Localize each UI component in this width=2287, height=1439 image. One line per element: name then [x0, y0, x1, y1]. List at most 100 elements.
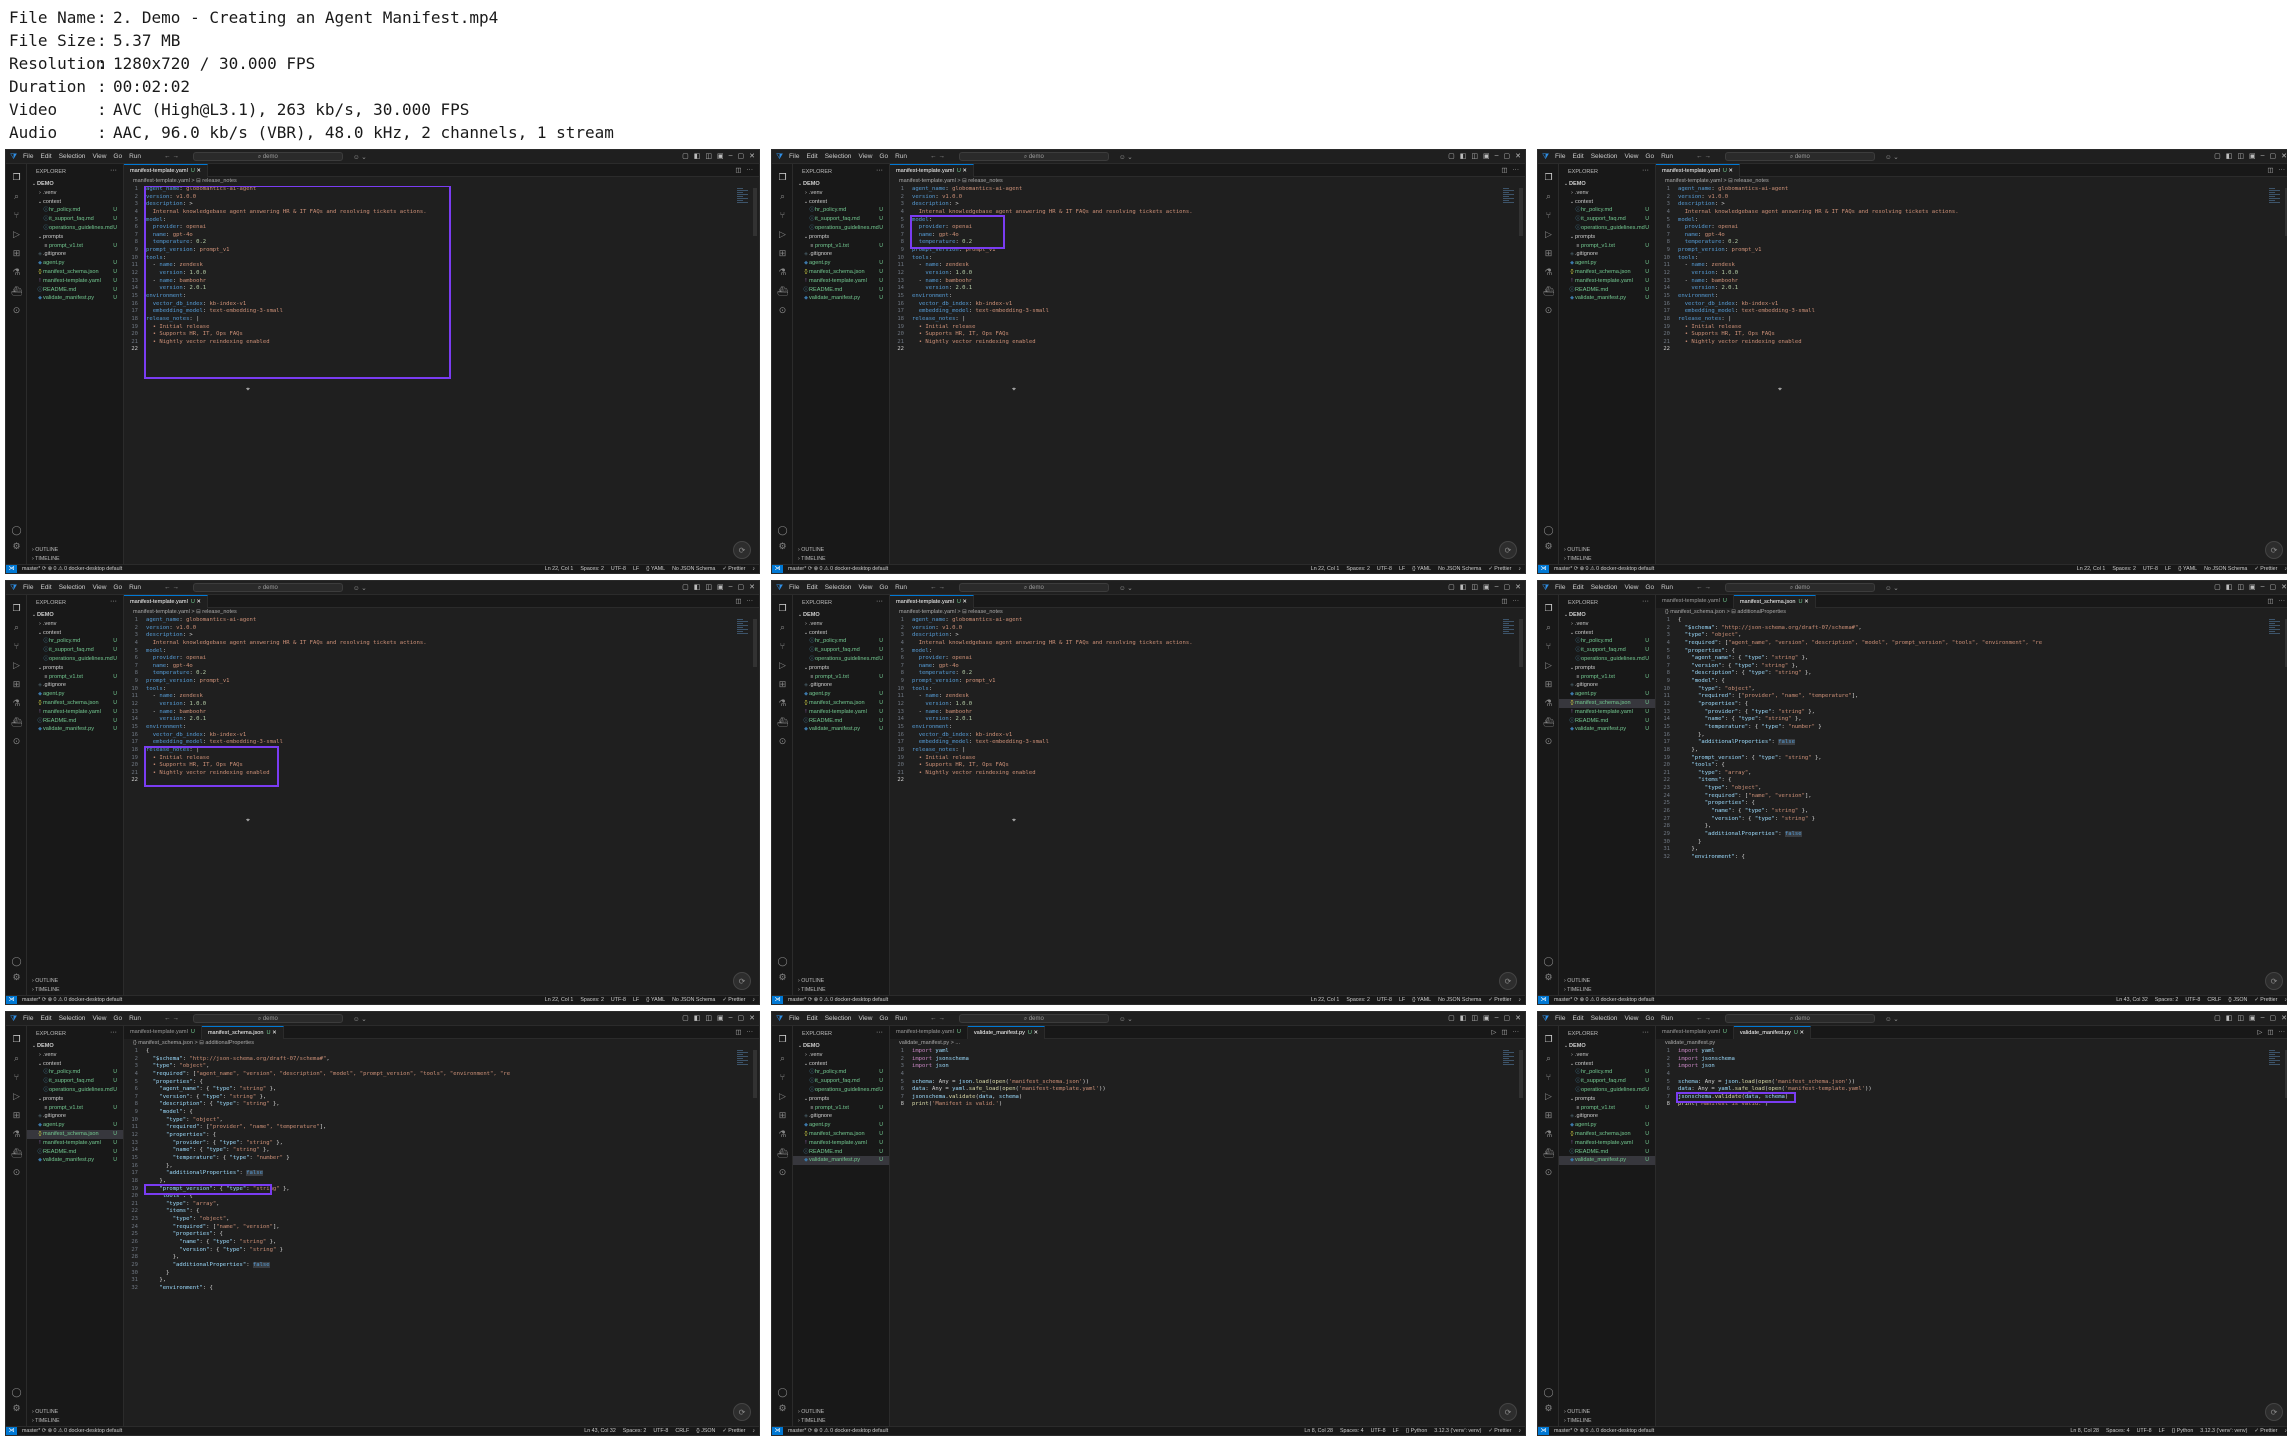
vertical-scrollbar[interactable] — [1519, 619, 1523, 667]
vertical-scrollbar[interactable] — [1519, 1050, 1523, 1098]
docker-icon[interactable]: ⛴ — [1543, 286, 1554, 297]
command-center-search-input[interactable]: ⌕ demo — [958, 583, 1109, 592]
status-item[interactable]: UTF-8 — [2185, 996, 2200, 1004]
menu-item-go[interactable]: Go — [113, 153, 122, 160]
code-editor[interactable]: 1 agent_name: globomantics-ai-agent 2 versi… — [124, 186, 737, 564]
menu-item-view[interactable]: View — [858, 153, 872, 160]
status-item[interactable]: {} YAML — [2178, 565, 2197, 573]
menu-item-run[interactable]: Run — [1661, 1015, 1673, 1022]
explorer-icon[interactable]: ❐ — [777, 1034, 788, 1045]
file-tree-item[interactable]: ⓘoperations_guidelines.md U — [793, 224, 889, 233]
minimap[interactable] — [737, 1050, 753, 1066]
menu-item-go[interactable]: Go — [1645, 584, 1654, 591]
command-center-search-input[interactable]: ⌕ demo — [958, 152, 1109, 161]
timeline-section[interactable]: › TIMELINE — [32, 1418, 60, 1424]
file-tree-item[interactable]: ⓘREADME.md U — [793, 1148, 889, 1157]
status-item[interactable]: UTF-8 — [611, 996, 626, 1004]
status-item[interactable]: Ln 22, Col 1 — [545, 996, 574, 1004]
settings-gear-icon[interactable]: ⚙ — [11, 541, 22, 552]
restore-icon[interactable]: ▢ — [738, 1014, 745, 1022]
file-tree-item[interactable]: ◈.gitignore — [793, 250, 889, 259]
outline-section[interactable]: › OUTLINE — [1564, 1409, 1590, 1415]
file-tree-item[interactable]: ⓘREADME.md U — [1559, 1148, 1655, 1157]
explorer-icon[interactable]: ❐ — [1543, 603, 1554, 614]
menu-item-file[interactable]: File — [23, 584, 33, 591]
settings-gear-icon[interactable]: ⚙ — [1543, 972, 1554, 983]
more-actions-icon[interactable]: ··· — [110, 598, 117, 605]
status-item[interactable]: Spaces: 2 — [1346, 565, 1370, 573]
explorer-icon[interactable]: ❐ — [777, 603, 788, 614]
minimize-icon[interactable]: – — [729, 152, 733, 160]
status-item[interactable]: LF — [2159, 1427, 2165, 1435]
file-tree-item[interactable]: ⓘREADME.md U — [1559, 717, 1655, 726]
layout-icon[interactable]: ▣ — [2249, 152, 2256, 160]
file-tree-item[interactable]: {}manifest_schema.json U — [1559, 1130, 1655, 1139]
minimap[interactable] — [737, 188, 753, 204]
layout-icon[interactable]: ◧ — [2226, 152, 2233, 160]
file-tree-item[interactable]: {}manifest_schema.json U — [793, 1130, 889, 1139]
accounts-icon[interactable]: ◯ — [777, 525, 788, 536]
nav-back-forward-icon[interactable]: ← → — [164, 584, 179, 591]
minimap[interactable] — [2269, 188, 2285, 204]
status-item[interactable]: Ln 8, Col 28 — [1304, 1427, 1333, 1435]
file-tree-item[interactable]: ⓘhr_policy.md U — [1559, 1068, 1655, 1077]
status-item[interactable]: ✓ Prettier — [722, 565, 745, 573]
layout-icon[interactable]: ▢ — [2214, 1014, 2221, 1022]
code-editor[interactable]: 1 import yaml 2 import jsonschema 3 import js… — [1656, 1048, 2269, 1426]
menu-item-selection[interactable]: Selection — [825, 1015, 852, 1022]
layout-icon[interactable]: ◫ — [2237, 1014, 2244, 1022]
file-tree-item[interactable]: ◆agent.py U — [1559, 259, 1655, 268]
status-item[interactable]: Ln 22, Col 1 — [545, 565, 574, 573]
file-tree-item[interactable]: ◆validate_manifest.py U — [27, 1156, 123, 1165]
editor-tab[interactable]: validate_manifest.py U ✕ — [967, 1026, 1046, 1039]
layout-icon[interactable]: ◫ — [705, 152, 712, 160]
menu-item-go[interactable]: Go — [1645, 1015, 1654, 1022]
file-tree-item[interactable]: ⌄prompts — [1559, 233, 1655, 242]
timeline-section[interactable]: › TIMELINE — [798, 987, 826, 993]
vertical-scrollbar[interactable] — [753, 619, 757, 667]
remote-indicator-icon[interactable]: ⋊ — [1538, 995, 1549, 1004]
minimap[interactable] — [1503, 188, 1519, 204]
source-control-icon[interactable]: ⑂ — [1543, 210, 1554, 221]
nav-back-forward-icon[interactable]: ← → — [164, 153, 179, 160]
source-control-icon[interactable]: ⑂ — [1543, 1072, 1554, 1083]
file-tree-item[interactable]: ⌄DEMO — [793, 180, 889, 189]
remote-icon[interactable]: ⊙ — [1543, 736, 1554, 747]
search-icon[interactable]: ⌕ — [11, 1053, 22, 1064]
chat-fab-icon[interactable]: ⟳ — [1499, 1403, 1517, 1421]
outline-section[interactable]: › OUTLINE — [32, 1409, 58, 1415]
file-tree-item[interactable]: ◈.gitignore — [27, 250, 123, 259]
minimap[interactable] — [1503, 619, 1519, 635]
extensions-icon[interactable]: ⊞ — [1543, 1110, 1554, 1121]
outline-section[interactable]: › OUTLINE — [1564, 978, 1590, 984]
outline-section[interactable]: › OUTLINE — [798, 978, 824, 984]
status-left[interactable]: master* ⟳ ⊗ 0 ⚠ 0 docker-desktop default — [788, 997, 888, 1003]
file-tree-item[interactable]: ⌄context — [793, 1060, 889, 1069]
file-tree-item[interactable]: ◆validate_manifest.py U — [1559, 294, 1655, 303]
run-debug-icon[interactable]: ▷ — [777, 229, 788, 240]
status-item[interactable]: Spaces: 4 — [2106, 1427, 2130, 1435]
file-tree-item[interactable]: ⌄context — [1559, 198, 1655, 207]
extensions-icon[interactable]: ⊞ — [777, 1110, 788, 1121]
more-actions-icon[interactable]: ··· — [110, 167, 117, 174]
notifications-bell-icon[interactable]: ♪ — [752, 996, 755, 1004]
status-item[interactable]: LF — [633, 565, 639, 573]
search-icon[interactable]: ⌕ — [1543, 1053, 1554, 1064]
file-tree-item[interactable]: ≡ prompt_v1.txt U — [27, 1104, 123, 1113]
menu-item-go[interactable]: Go — [879, 1015, 888, 1022]
notifications-bell-icon[interactable]: ♪ — [752, 565, 755, 573]
tab-close-icon[interactable]: ✕ — [1727, 168, 1733, 174]
more-actions-icon[interactable]: ··· — [2279, 597, 2286, 605]
file-tree-item[interactable]: ⓘoperations_guidelines.md U — [1559, 224, 1655, 233]
file-tree-item[interactable]: {}manifest_schema.json U — [1559, 268, 1655, 277]
status-item[interactable]: LF — [1393, 1427, 1399, 1435]
nav-back-forward-icon[interactable]: ← → — [930, 1015, 945, 1022]
status-item[interactable]: {} YAML — [1412, 565, 1431, 573]
layout-icon[interactable]: ▢ — [682, 583, 689, 591]
remote-indicator-icon[interactable]: ⋊ — [772, 995, 783, 1004]
file-tree-item[interactable]: ⓘoperations_guidelines.md U — [793, 655, 889, 664]
nav-back-forward-icon[interactable]: ← → — [164, 1015, 179, 1022]
remote-icon[interactable]: ⊙ — [777, 1167, 788, 1178]
layout-icon[interactable]: ◫ — [705, 1014, 712, 1022]
search-icon[interactable]: ⌕ — [1543, 622, 1554, 633]
